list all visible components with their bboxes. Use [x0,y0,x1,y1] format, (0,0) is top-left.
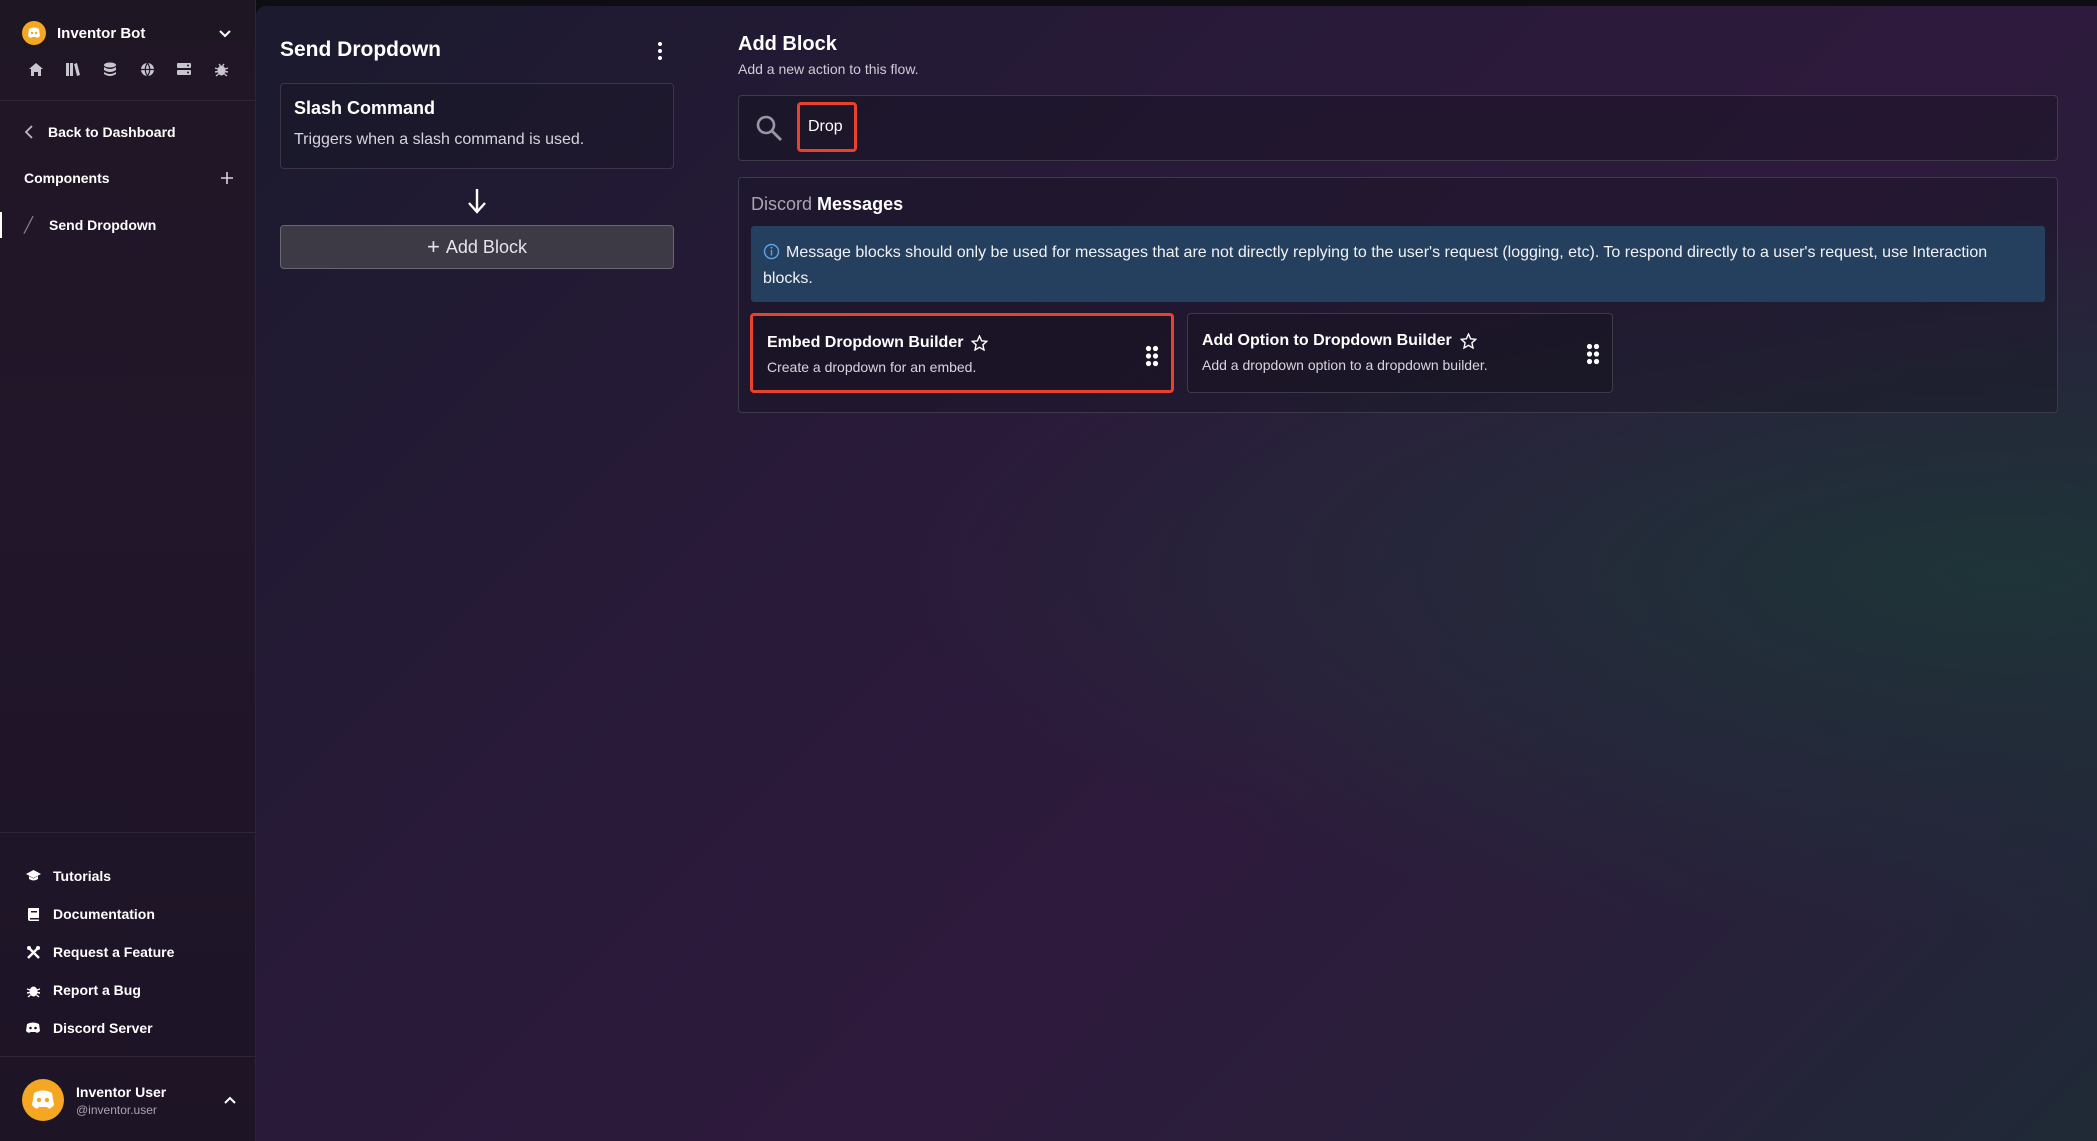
arrow-down-icon [468,189,486,214]
block-name-text: Add Option to Dropdown Builder [1202,332,1452,349]
info-text: Message blocks should only be used for m… [763,244,1988,287]
active-indicator [0,212,2,238]
add-block-title: Add Block [738,33,837,55]
graduation-cap-icon [24,867,42,885]
more-options-icon[interactable] [656,41,664,61]
block-results: Discord Messages Message blocks should o… [738,177,2058,413]
bot-name: Inventor Bot [57,24,146,42]
star-icon[interactable] [971,335,989,351]
sidebar: Inventor Bot Back to Dashboard Component… [0,0,256,1141]
avatar [22,1079,64,1121]
user-menu[interactable]: Inventor User @inventor.user [22,1078,238,1122]
slash-icon: ╱ [24,217,34,234]
block-name-text: Embed Dropdown Builder [767,334,964,351]
component-item-send-dropdown[interactable]: ╱ Send Dropdown [0,212,256,238]
discord-server-label: Discord Server [53,1020,153,1036]
plus-icon: + [427,234,440,259]
trigger-title: Slash Command [294,98,436,118]
category-prefix: Discord [751,194,813,214]
tutorials-label: Tutorials [53,868,112,884]
book-icon [24,905,42,923]
divider [0,832,256,833]
category-title: Discord Messages [751,194,903,215]
bot-nav-icons [26,60,231,78]
database-icon[interactable] [100,60,120,78]
chevron-left-icon [24,125,33,139]
block-description: Add a dropdown option to a dropdown buil… [1202,357,1488,373]
report-bug-label: Report a Bug [53,982,141,998]
globe-icon[interactable] [137,60,157,78]
components-header: Components [24,170,234,186]
block-search-box [738,95,2058,161]
add-block-label: Add Block [445,236,527,257]
category-name: Messages [817,194,904,214]
block-add-option-to-dropdown-builder[interactable]: Add Option to Dropdown Builder Add a dro… [1187,313,1613,393]
flow-title: Send Dropdown [280,38,441,61]
help-links: Tutorials Documentation Request a Featur… [24,857,174,1047]
discord-server-link[interactable]: Discord Server [24,1009,174,1047]
components-label: Components [24,170,110,186]
request-feature-label: Request a Feature [53,944,175,960]
info-banner: Message blocks should only be used for m… [751,226,2045,302]
block-name: Add Option to Dropdown Builder [1202,332,1598,350]
discord-icon [24,1019,42,1037]
back-to-dashboard-label: Back to Dashboard [48,124,176,140]
divider [0,1056,256,1057]
search-input[interactable] [797,102,857,152]
search-icon [756,115,782,141]
component-item-label: Send Dropdown [49,217,157,233]
add-block-button[interactable]: + Add Block [280,225,674,269]
add-block-subtitle: Add a new action to this flow. [738,61,919,77]
chevron-down-icon [219,30,231,38]
bot-selector[interactable]: Inventor Bot [22,20,234,46]
bug-icon [24,981,42,999]
user-meta: Inventor User @inventor.user [76,1084,222,1117]
user-handle: @inventor.user [76,1102,157,1117]
add-component-icon[interactable] [220,171,234,185]
server-icon[interactable] [174,60,194,78]
home-icon[interactable] [26,60,46,78]
library-icon[interactable] [63,60,83,78]
drag-handle-icon[interactable] [1145,345,1159,367]
report-bug-link[interactable]: Report a Bug [24,971,174,1009]
block-embed-dropdown-builder[interactable]: Embed Dropdown Builder Create a dropdown… [750,313,1174,393]
documentation-label: Documentation [53,906,155,922]
back-to-dashboard-link[interactable]: Back to Dashboard [24,124,176,140]
chevron-up-icon [224,1096,236,1104]
info-icon [763,243,780,260]
documentation-link[interactable]: Documentation [24,895,174,933]
trigger-description: Triggers when a slash command is used. [294,131,585,148]
drag-handle-icon[interactable] [1586,343,1600,365]
bug-icon[interactable] [211,60,231,78]
divider [0,100,256,101]
tutorials-link[interactable]: Tutorials [24,857,174,895]
bot-avatar [22,21,46,45]
block-name: Embed Dropdown Builder [767,334,1157,352]
block-description: Create a dropdown for an embed. [767,359,977,375]
user-name: Inventor User [76,1083,167,1100]
tools-icon [24,943,42,961]
trigger-card[interactable]: Slash Command Triggers when a slash comm… [280,83,674,169]
request-feature-link[interactable]: Request a Feature [24,933,174,971]
star-icon[interactable] [1459,333,1477,349]
